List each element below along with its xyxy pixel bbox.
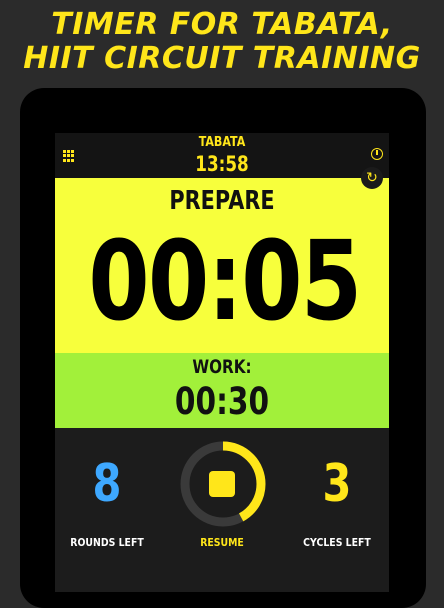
countdown-timer: 00:05 <box>88 217 362 345</box>
rounds-left-value: 8 <box>92 454 122 514</box>
stop-icon[interactable] <box>209 471 235 497</box>
resume-label[interactable]: RESUME <box>175 536 269 549</box>
restart-button[interactable]: ↻ <box>361 167 383 189</box>
current-phase-panel: ↻ PREPARE 00:05 <box>55 167 389 353</box>
phase-label: PREPARE <box>169 186 275 216</box>
program-name: TABATA <box>198 135 246 150</box>
current-time: 13:58 <box>195 152 249 176</box>
headline-line1: TIMER FOR TABATA, <box>51 7 393 42</box>
menu-grid-icon[interactable] <box>63 150 75 162</box>
cycles-left-value: 3 <box>322 454 352 514</box>
top-bar: TABATA 13:58 <box>55 133 389 178</box>
history-icon[interactable] <box>371 148 383 160</box>
rounds-left-label: ROUNDS LEFT <box>70 536 144 549</box>
next-phase-label: WORK: <box>192 356 252 378</box>
next-phase-panel: WORK: 00:30 <box>55 353 389 428</box>
app-screen: TABATA 13:58 ↻ PREPARE 00:05 WORK: 00:30… <box>55 133 389 592</box>
cycles-left-label: CYCLES LEFT <box>303 536 371 549</box>
restart-icon: ↻ <box>366 170 378 186</box>
headline-line2: HIIT CIRCUIT TRAINING <box>23 41 421 76</box>
next-phase-time: 00:30 <box>174 380 270 423</box>
